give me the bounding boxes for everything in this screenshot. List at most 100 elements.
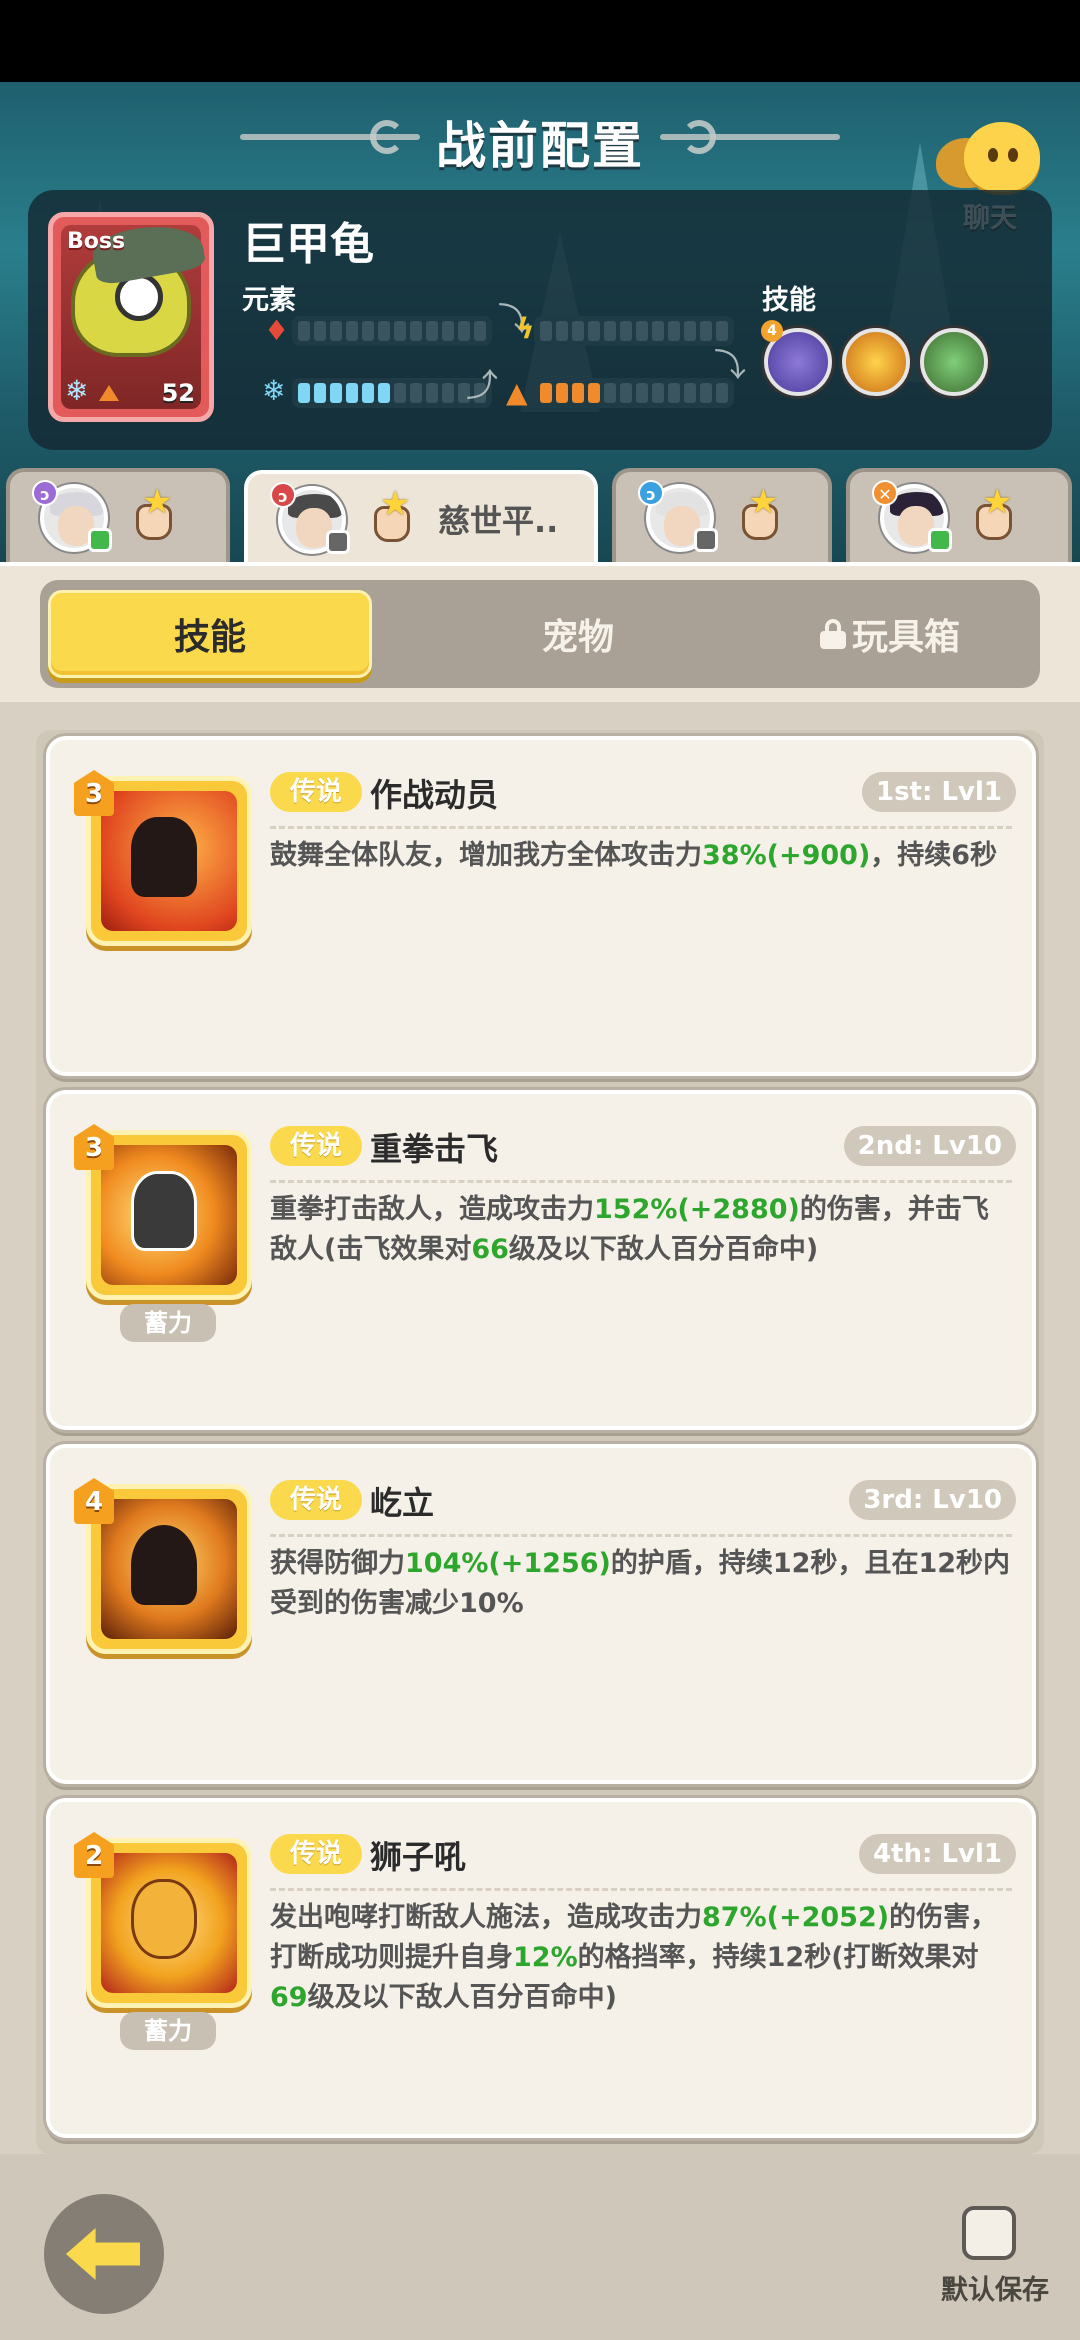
bar-segment bbox=[330, 383, 342, 403]
bar-segment bbox=[330, 321, 342, 341]
slot-badge: 2nd: Lv10 bbox=[843, 1126, 1016, 1166]
lightning-resistance-bar bbox=[534, 316, 734, 346]
bottom-bar: 默认保存 bbox=[0, 2154, 1080, 2340]
skill-description: 获得防御力104%(+1256)的护盾，持续12秒，且在12秒内受到的伤害减少1… bbox=[270, 1548, 1011, 1619]
bar-segment bbox=[426, 321, 438, 341]
bar-segment bbox=[668, 383, 680, 403]
bar-segment bbox=[362, 321, 374, 341]
tap-star-icon: ★ bbox=[968, 482, 1018, 542]
bar-segment bbox=[652, 383, 664, 403]
earth-icon: ▲ bbox=[506, 376, 528, 409]
status-icon bbox=[928, 528, 952, 552]
ice-element-icon: ↄ bbox=[638, 480, 664, 506]
bar-segment bbox=[378, 321, 390, 341]
tab-toybox[interactable]: 玩具箱 bbox=[740, 590, 1040, 678]
page-title: 战前配置 bbox=[436, 117, 644, 175]
skill-card-2[interactable]: 3 蓄力 传说 重拳击飞 2nd: Lv10 重拳打击敌人，造成攻击力152%(… bbox=[46, 1090, 1036, 1430]
ice-element-icon: ❄ bbox=[65, 374, 89, 407]
rarity-badge: 传说 bbox=[270, 1834, 362, 1874]
skill-card-4[interactable]: 2 蓄力 传说 狮子吼 4th: Lvl1 发出咆哮打断敌人施法，造成攻击力87… bbox=[46, 1798, 1036, 2138]
slot-badge: 1st: Lvl1 bbox=[862, 772, 1016, 812]
boss-level: 52 bbox=[161, 379, 195, 407]
bar-segment bbox=[620, 321, 632, 341]
skill-orb-count: 4 bbox=[761, 320, 783, 342]
title-decoration-right bbox=[660, 134, 840, 140]
bar-segment bbox=[410, 383, 422, 403]
arcane-element-icon: ↄ bbox=[32, 480, 58, 506]
ice-icon: ❄ bbox=[262, 374, 286, 407]
bar-segment bbox=[314, 321, 326, 341]
bar-segment bbox=[378, 383, 390, 403]
bar-segment bbox=[636, 321, 648, 341]
bar-segment bbox=[298, 383, 310, 403]
rarity-badge: 传说 bbox=[270, 1126, 362, 1166]
bar-segment bbox=[588, 321, 600, 341]
skill-name: 屹立 bbox=[370, 1484, 435, 1522]
bar-segment bbox=[474, 321, 486, 341]
skill-description: 发出咆哮打断敌人施法，造成攻击力87%(+2052)的伤害，打断成功则提升自身1… bbox=[270, 1902, 998, 2013]
bar-segment bbox=[314, 383, 326, 403]
bar-segment bbox=[684, 383, 696, 403]
boss-skill-orb-2[interactable] bbox=[842, 328, 910, 396]
tab-toybox-label: 玩具箱 bbox=[851, 617, 960, 658]
bar-segment bbox=[684, 321, 696, 341]
boss-portrait[interactable]: Boss ❄ 52 bbox=[48, 212, 214, 422]
skill-name: 重拳击飞 bbox=[370, 1130, 499, 1168]
skill-name: 狮子吼 bbox=[370, 1838, 467, 1876]
bar-segment bbox=[426, 383, 438, 403]
default-save-checkbox[interactable] bbox=[962, 2206, 1016, 2260]
bar-segment bbox=[700, 321, 712, 341]
rarity-badge: 传说 bbox=[270, 772, 362, 812]
boss-name: 巨甲龟 bbox=[242, 219, 374, 270]
tab-pets[interactable]: 宠物 bbox=[416, 590, 740, 678]
bar-segment bbox=[346, 321, 358, 341]
bar-segment bbox=[572, 383, 584, 403]
bar-segment bbox=[716, 383, 728, 403]
skill-label: 技能 bbox=[762, 285, 816, 316]
bar-segment bbox=[556, 321, 568, 341]
bar-segment bbox=[410, 321, 422, 341]
element-label: 元素 bbox=[242, 285, 296, 316]
tab-skills[interactable]: 技能 bbox=[48, 590, 372, 678]
chat-bubble-icon bbox=[964, 122, 1040, 192]
skill-name: 作战动员 bbox=[370, 776, 499, 814]
hero-tab-4[interactable]: ✕ ★ bbox=[846, 468, 1072, 562]
bar-segment bbox=[362, 383, 374, 403]
lightning-icon: ϟ bbox=[516, 312, 535, 345]
tab-bar-container: 技能 宠物 玩具箱 bbox=[0, 562, 1080, 702]
bar-segment bbox=[442, 321, 454, 341]
boss-skill-orb-3[interactable] bbox=[920, 328, 988, 396]
bar-segment bbox=[636, 383, 648, 403]
bar-segment bbox=[442, 383, 454, 403]
boss-badge: Boss bbox=[67, 229, 126, 254]
fire-resistance-bar bbox=[292, 316, 492, 346]
bar-segment bbox=[540, 321, 552, 341]
hero-tab-1[interactable]: ↄ ★ bbox=[6, 468, 230, 562]
tab-bar: 技能 宠物 玩具箱 bbox=[40, 580, 1040, 688]
bar-segment bbox=[394, 321, 406, 341]
bar-segment bbox=[652, 321, 664, 341]
back-button[interactable] bbox=[44, 2194, 164, 2314]
skill-card-1[interactable]: 3 传说 作战动员 1st: Lvl1 鼓舞全体队友，增加我方全体攻击力38%(… bbox=[46, 736, 1036, 1076]
ice-resistance-bar bbox=[292, 378, 492, 408]
fire-icon: ♦ bbox=[264, 314, 290, 347]
tap-star-icon: ★ bbox=[366, 484, 416, 544]
bar-segment bbox=[668, 321, 680, 341]
bar-segment bbox=[394, 383, 406, 403]
skill-card-3[interactable]: 4 传说 屹立 3rd: Lv10 获得防御力104%(+1256)的护盾，持续… bbox=[46, 1444, 1036, 1784]
lock-icon bbox=[819, 619, 846, 649]
slot-badge: 3rd: Lv10 bbox=[849, 1480, 1016, 1520]
skill-description: 重拳打击敌人，造成攻击力152%(+2880)的伤害，并击飞敌人(击飞效果对66… bbox=[270, 1194, 989, 1265]
hero-tab-2[interactable]: ↄ ★ 慈世平.. bbox=[244, 470, 598, 566]
boss-info-panel: Boss ❄ 52 巨甲龟 元素 技能 ♦ ⤵ ϟ ⤵ ❄ ⤴ ▲ 4 bbox=[28, 190, 1052, 450]
charge-badge: 蓄力 bbox=[120, 1304, 216, 1342]
bar-segment bbox=[604, 321, 616, 341]
hero-tab-3[interactable]: ↄ ★ bbox=[612, 468, 832, 562]
bar-segment bbox=[588, 383, 600, 403]
rarity-badge: 传说 bbox=[270, 1480, 362, 1520]
tap-star-icon: ★ bbox=[128, 482, 178, 542]
status-icon bbox=[694, 528, 718, 552]
bar-segment bbox=[346, 383, 358, 403]
bar-segment bbox=[700, 383, 712, 403]
status-icon bbox=[88, 528, 112, 552]
